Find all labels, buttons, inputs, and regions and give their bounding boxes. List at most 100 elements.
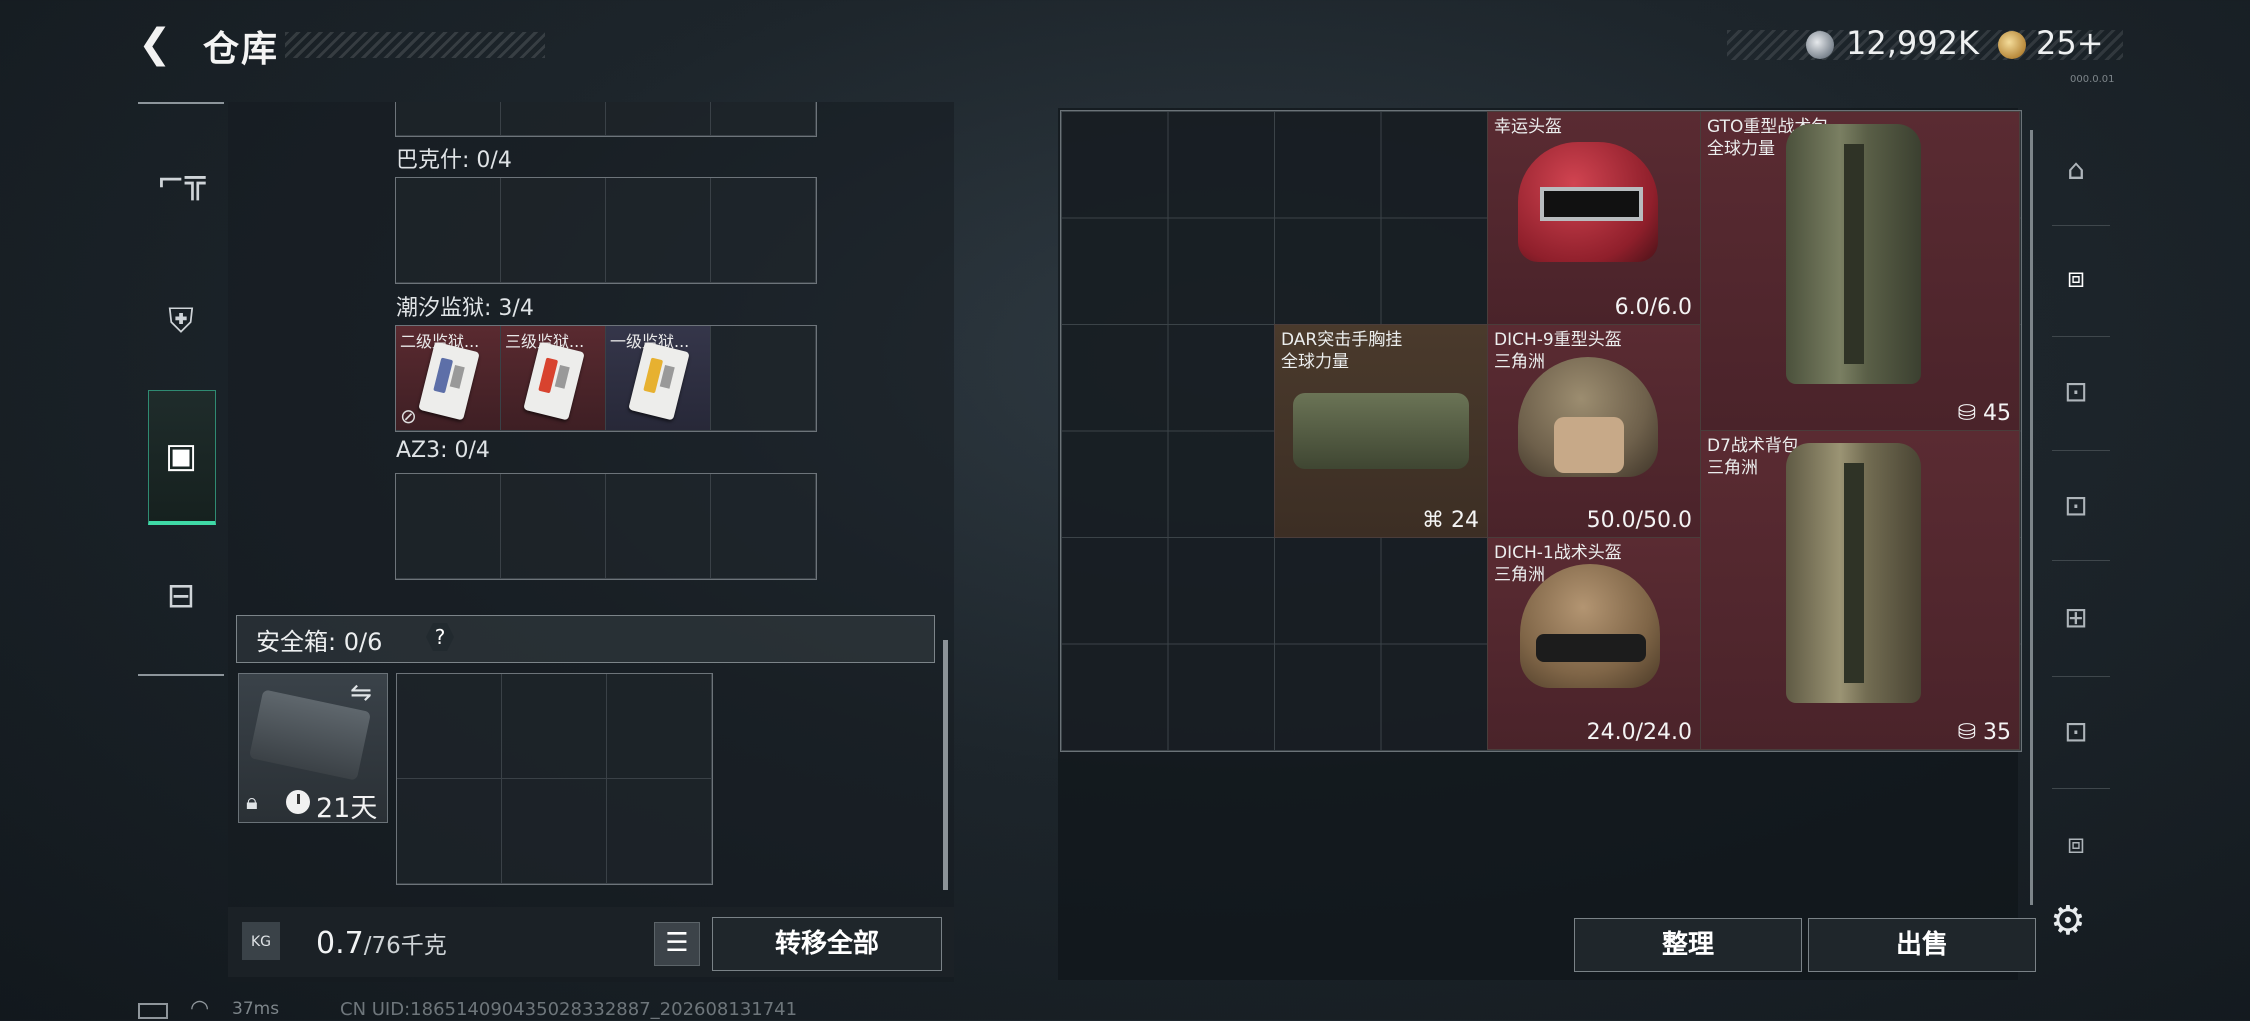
wifi-icon: ◠ <box>190 996 210 1021</box>
weight-icon: KG <box>242 922 280 960</box>
stash-item-gto-pack[interactable]: GTO重型战术包 全球力量 ⛁ 45 <box>1700 111 2020 431</box>
safe-box-label: 安全箱: 0/6 <box>256 628 383 656</box>
grid-slot[interactable] <box>396 178 501 283</box>
item-name: 幸运头盔 <box>1494 117 1562 137</box>
backpack-slot-icon[interactable]: ⊞ <box>2044 586 2108 650</box>
capacity-value: 35 <box>1983 720 2011 745</box>
helmet-icon[interactable]: ⌂ <box>2044 138 2108 202</box>
item-name-line2: 全球力量 <box>1281 352 1349 372</box>
keycard-icon <box>628 341 690 421</box>
item-name: DAR突击手胸挂 全球力量 <box>1281 329 1402 373</box>
stash-item-dich9-helmet[interactable]: DICH-9重型头盔 三角洲 50.0/50.0 <box>1487 324 1701 538</box>
sell-button[interactable]: 出售 <box>1808 918 2036 972</box>
item-name-line1: DICH-9重型头盔 <box>1494 330 1622 350</box>
weight-display: 0.7/76千克 <box>316 926 447 961</box>
ticket-amount[interactable]: 25+ <box>2036 24 2104 62</box>
stash-item-d7-pack[interactable]: D7战术背包 三角洲 ⛁ 35 <box>1700 430 2020 750</box>
panel-scrollbar[interactable] <box>943 640 948 890</box>
lv4-rig-icon[interactable]: ⊡ <box>2044 360 2108 424</box>
container-label: AZ3: 0/4 <box>396 438 490 463</box>
grid-slot[interactable] <box>711 474 816 579</box>
grid-slot[interactable] <box>502 674 607 779</box>
container-grid-az3 <box>395 473 817 580</box>
armor-plate-icon[interactable]: ⛨ <box>150 290 212 352</box>
grid-slot[interactable] <box>606 102 711 136</box>
capacity-icon: ⛁ <box>1957 401 1983 426</box>
pistol-icon[interactable]: ⌐╦ <box>150 150 212 212</box>
container-grid-prison: 二级监狱... ⊘ 三级监狱... 一级监狱... <box>395 325 817 432</box>
item-name-line2: 三角洲 <box>1494 352 1545 372</box>
grid-slot[interactable] <box>396 102 501 136</box>
item-slot[interactable]: 一级监狱... <box>606 326 711 431</box>
container-grid-partial <box>395 102 817 137</box>
list-view-button[interactable]: ☰ <box>654 922 700 966</box>
hafbuck-coin-icon <box>1806 31 1834 59</box>
chest-rig-icon <box>1293 393 1469 469</box>
stash-item-dar-rig[interactable]: DAR突击手胸挂 全球力量 ⌘ 24 <box>1274 324 1488 538</box>
divider <box>2052 560 2110 561</box>
item-name-line2: 三角洲 <box>1494 565 1545 585</box>
transfer-all-button[interactable]: 转移全部 <box>712 917 942 971</box>
grid-slot[interactable] <box>607 674 712 779</box>
grid-slot[interactable] <box>711 178 816 283</box>
capacity-icon: ⛁ <box>1957 720 1983 745</box>
toolbox-icon[interactable]: ⊟ <box>150 565 212 627</box>
armor-slot-icon[interactable]: ⧈ <box>2044 812 2108 876</box>
backpack-icon <box>1786 124 1921 384</box>
armor-icon[interactable]: ⧈ <box>2044 246 2108 310</box>
grid-slot[interactable] <box>606 474 711 579</box>
grid-slot[interactable] <box>711 326 816 431</box>
item-slot[interactable]: 三级监狱... <box>501 326 606 431</box>
ping-value: 37ms <box>232 999 280 1019</box>
stash-item-lucky-helmet[interactable]: 幸运头盔 6.0/6.0 <box>1487 111 1701 325</box>
container-label: 巴克什: 0/4 <box>396 148 512 173</box>
lock-icon: 🔒︎ <box>246 790 258 815</box>
item-name-line1: D7战术背包 <box>1707 436 1799 456</box>
grid-slot[interactable] <box>606 178 711 283</box>
back-button[interactable]: ❮ <box>138 22 182 66</box>
container-label: 潮汐监狱: 3/4 <box>396 296 534 321</box>
grid-slot[interactable] <box>502 779 607 884</box>
grid-slot[interactable] <box>501 102 606 136</box>
item-name-line1: DAR突击手胸挂 <box>1281 330 1403 350</box>
backpack-icon[interactable]: ▣ <box>150 425 212 487</box>
item-capacity: ⛁ 35 <box>1958 720 2011 745</box>
grid-slot[interactable] <box>501 178 606 283</box>
ticket-coin-icon <box>1998 31 2026 59</box>
sort-button[interactable]: 整理 <box>1574 918 1802 972</box>
grid-slot[interactable] <box>607 779 712 884</box>
grid-slot[interactable] <box>711 102 816 136</box>
keycard-icon <box>418 341 480 421</box>
item-slot[interactable]: 二级监狱... ⊘ <box>396 326 501 431</box>
keycard-icon <box>523 341 585 421</box>
item-name-line2: 三角洲 <box>1707 458 1758 478</box>
lv4-vest-icon[interactable]: ⊡ <box>2044 474 2108 538</box>
helmet-icon <box>1518 357 1658 477</box>
item-capacity: ⛁ 45 <box>1958 401 2011 426</box>
capacity-value: 45 <box>1983 401 2011 426</box>
battery-icon <box>138 1003 168 1019</box>
item-name-line1: DICH-1战术头盔 <box>1494 543 1622 563</box>
item-capacity: ⌘ 24 <box>1422 508 1479 533</box>
lv4-vest-alt-icon[interactable]: ⊡ <box>2044 700 2108 764</box>
stash-scrollbar[interactable] <box>2030 130 2033 905</box>
weight-current: 0.7 <box>316 926 364 961</box>
container-grid-bakesh <box>395 177 817 284</box>
gear-icon[interactable]: ⚙ <box>2050 898 2086 944</box>
weight-max: /76千克 <box>363 933 447 959</box>
backpack-icon <box>1786 443 1921 703</box>
safe-box-time-left: 21天 <box>316 793 378 824</box>
grid-slot[interactable] <box>397 674 502 779</box>
stash-item-dich1-helmet[interactable]: DICH-1战术头盔 三角洲 24.0/24.0 <box>1487 537 1701 750</box>
grid-slot[interactable] <box>501 474 606 579</box>
version-code: 000.0.01 <box>2070 74 2115 85</box>
money-amount[interactable]: 12,992K <box>1846 24 1979 62</box>
swap-icon[interactable]: ⇋ <box>350 678 372 708</box>
page-title: 仓库 <box>203 29 280 70</box>
item-durability: 50.0/50.0 <box>1586 508 1692 533</box>
grid-slot[interactable] <box>397 779 502 884</box>
divider <box>2052 676 2110 677</box>
divider <box>2052 450 2110 451</box>
item-name-line2: 全球力量 <box>1707 139 1775 159</box>
grid-slot[interactable] <box>396 474 501 579</box>
